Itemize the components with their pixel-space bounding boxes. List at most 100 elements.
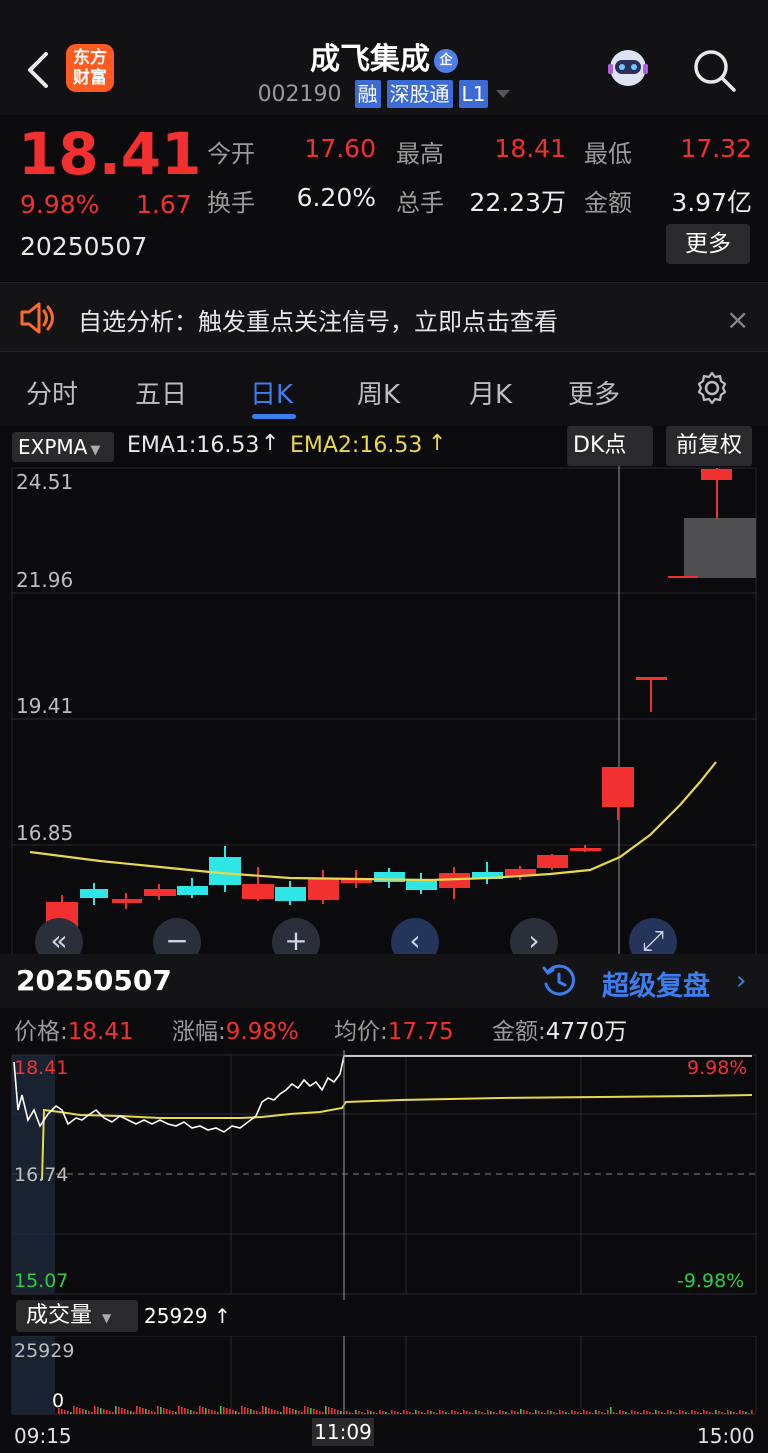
- volume-bar: [751, 1410, 753, 1414]
- volume-bar: [433, 1412, 435, 1414]
- volume-bar: [226, 1408, 228, 1414]
- info-label: 价格:: [14, 1019, 68, 1045]
- volume-bar: [727, 1410, 729, 1414]
- volume-bar: [391, 1410, 393, 1414]
- volume-bar: [97, 1407, 99, 1414]
- volume-bar: [124, 1409, 126, 1414]
- label-high: 最高: [396, 140, 444, 168]
- dk-point-button[interactable]: DK点: [567, 426, 653, 466]
- candle: [308, 879, 339, 900]
- kline-chart[interactable]: [0, 466, 768, 954]
- volume-bars: [58, 1406, 753, 1414]
- volume-bar: [286, 1407, 288, 1414]
- volume-bar: [292, 1409, 294, 1414]
- volume-bar: [460, 1413, 462, 1414]
- volume-bar: [610, 1407, 612, 1414]
- volume-selector-label: 成交量: [26, 1303, 93, 1328]
- volume-bar: [511, 1410, 513, 1414]
- candle: [602, 767, 634, 807]
- volume-bar: [244, 1407, 246, 1414]
- volume-bar: [631, 1410, 633, 1414]
- more-quote-button[interactable]: 更多: [666, 224, 750, 264]
- volume-bar: [559, 1410, 561, 1414]
- stock-code: 002190: [257, 82, 342, 107]
- volume-bar: [358, 1411, 360, 1414]
- volume-bar: [649, 1412, 651, 1414]
- volume-bar: [211, 1410, 213, 1414]
- volume-bar: [577, 1412, 579, 1414]
- volume-bar: [199, 1406, 201, 1414]
- robot-assistant-icon[interactable]: [604, 44, 652, 92]
- volume-bar: [145, 1409, 147, 1414]
- volume-bar: [730, 1411, 732, 1414]
- notice-banner[interactable]: 自选分析：触发重点关注信号，立即点击查看 ×: [0, 282, 768, 352]
- volume-grid: [11, 1336, 757, 1415]
- tab-monthly-k[interactable]: 月K: [469, 374, 512, 411]
- candle: [177, 886, 208, 895]
- candle: [242, 884, 274, 899]
- volume-bar: [742, 1411, 744, 1414]
- volume-bar: [364, 1413, 366, 1414]
- tag-margin: 融: [354, 80, 381, 108]
- volume-bar: [151, 1411, 153, 1414]
- candle: [80, 889, 108, 898]
- label-volume: 总手: [396, 189, 444, 217]
- volume-bar: [457, 1412, 459, 1414]
- chevron-right-icon[interactable]: ›: [736, 966, 746, 996]
- volume-bar: [688, 1413, 690, 1414]
- volume-bar: [466, 1411, 468, 1414]
- volume-bar: [475, 1410, 477, 1414]
- volume-bar: [517, 1412, 519, 1414]
- volume-bar: [733, 1412, 735, 1414]
- search-icon[interactable]: [690, 46, 738, 94]
- tab-weekly-k[interactable]: 周K: [357, 374, 400, 411]
- indicator-selector[interactable]: EXPMA ▼: [12, 432, 114, 462]
- volume-bar: [196, 1412, 198, 1414]
- volume-bar: [178, 1406, 180, 1414]
- kline-y-label: 16.85: [16, 821, 74, 845]
- intraday-chart[interactable]: [0, 1050, 768, 1300]
- info-value: 18.41: [67, 1019, 134, 1045]
- volume-chart[interactable]: [0, 1336, 768, 1416]
- quote-date: 20250507: [20, 232, 148, 261]
- volume-bar: [406, 1411, 408, 1414]
- volume-bar: [217, 1412, 219, 1414]
- tab-five-day[interactable]: 五日: [135, 374, 187, 411]
- super-replay-link[interactable]: 超级复盘: [602, 964, 710, 1003]
- volume-selector[interactable]: 成交量 ▼: [16, 1300, 138, 1332]
- volume-bar: [712, 1413, 714, 1414]
- volume-bar: [523, 1410, 525, 1414]
- volume-bar: [424, 1413, 426, 1414]
- volume-bar: [370, 1411, 372, 1414]
- tab-intraday[interactable]: 分时: [26, 374, 78, 411]
- volume-bar: [748, 1413, 750, 1414]
- volume-bar: [163, 1408, 165, 1414]
- stock-code-line[interactable]: 002190 融深股通 L1: [0, 80, 768, 108]
- tab-more[interactable]: 更多: [568, 374, 620, 411]
- candle: [144, 889, 176, 896]
- volume-bar: [622, 1411, 624, 1414]
- volume-bar: [619, 1410, 621, 1414]
- volume-bar: [556, 1413, 558, 1414]
- volume-bar: [133, 1412, 135, 1414]
- volume-bar: [322, 1412, 324, 1414]
- volume-bar: [526, 1411, 528, 1414]
- volume-bar: [652, 1413, 654, 1414]
- active-tab-indicator: [252, 414, 296, 419]
- info-value: 4770万: [545, 1019, 628, 1045]
- volume-bar: [745, 1412, 747, 1414]
- volume-bar: [568, 1413, 570, 1414]
- volume-bar: [316, 1410, 318, 1414]
- volume-bar: [469, 1412, 471, 1414]
- volume-bar: [430, 1411, 432, 1414]
- volume-bar: [109, 1411, 111, 1414]
- tab-daily-k[interactable]: 日K: [250, 374, 293, 411]
- gear-icon[interactable]: [694, 370, 730, 406]
- volume-bar: [94, 1406, 96, 1414]
- close-icon[interactable]: ×: [726, 303, 749, 336]
- adjust-button[interactable]: 前复权: [666, 426, 752, 466]
- volume-bar: [673, 1412, 675, 1414]
- history-icon[interactable]: [540, 962, 578, 1000]
- volume-bar: [160, 1407, 162, 1414]
- volume-bar: [499, 1410, 501, 1414]
